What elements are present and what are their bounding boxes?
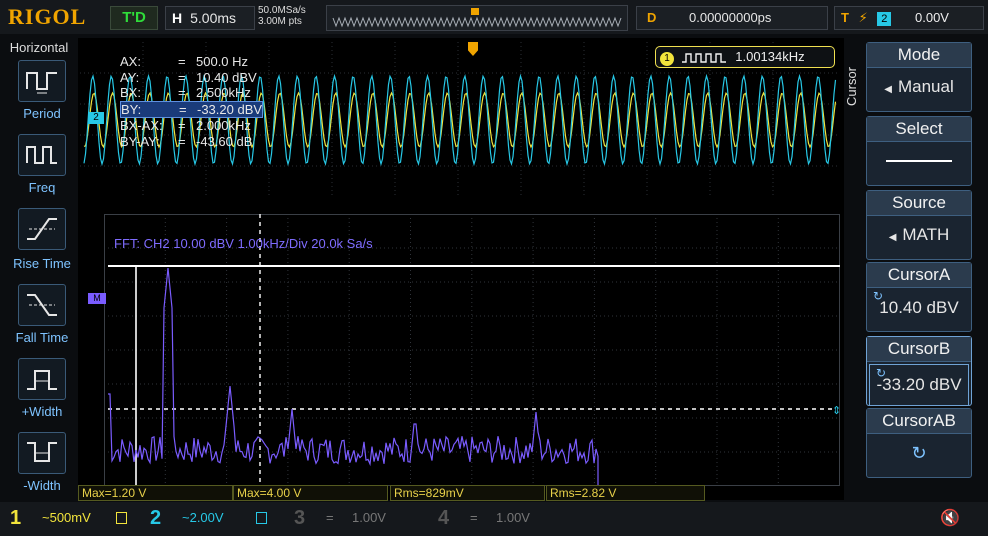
cursor-readout: AX: = 500.0 Hz AY: = 10.40 dBV BX: = 2.500kHz …	[120, 54, 264, 149]
memory-depth: 3.00M pts	[258, 16, 302, 27]
ch3-label[interactable]: 3	[294, 506, 305, 530]
left-arrow-icon: ◀	[888, 232, 897, 243]
positive-pulse-icon	[27, 370, 57, 390]
rotate-knob-icon: ↻	[876, 366, 887, 380]
trigger-level: 0.00V	[915, 10, 949, 25]
left-arrow-icon: ◀	[884, 84, 892, 95]
freq-icon	[26, 146, 57, 164]
trigger-source-badge: 2	[877, 12, 892, 26]
cursor-row-by: BY: = -33.20 dBV	[120, 100, 264, 118]
source-value: MATH	[902, 225, 950, 244]
delay-value: 0.00000000ps	[689, 10, 772, 25]
frequency-counter[interactable]: 1 1.00134kHz	[655, 46, 835, 68]
select-title: Select	[867, 117, 971, 142]
fall-time-button[interactable]	[18, 284, 66, 326]
cursor-b-marker-icon[interactable]: ⇕	[832, 404, 840, 417]
counter-channel-badge: 1	[660, 52, 674, 66]
source-title: Source	[867, 191, 971, 216]
mode-softkey[interactable]: Mode ◀ Manual	[866, 42, 972, 112]
cursora-softkey[interactable]: CursorA ↻ 10.40 dBV	[866, 262, 972, 332]
positive-width-button[interactable]	[18, 358, 66, 400]
fall-time-label: Fall Time	[15, 330, 69, 345]
cursorab-title: CursorAB	[867, 409, 971, 434]
rise-edge-icon	[27, 218, 57, 240]
ch3-scale[interactable]: 1.00V	[352, 506, 386, 530]
rotate-knob-icon: ↻	[911, 443, 927, 463]
acquisition-info: 50.0MSa/s 3.00M pts	[258, 5, 306, 27]
period-label: Period	[23, 106, 61, 121]
period-button[interactable]	[18, 60, 66, 102]
memory-overview	[332, 8, 622, 28]
rotate-knob-icon: ↻	[873, 289, 884, 303]
measurement-1: Max=1.20 V	[78, 485, 233, 501]
rise-time-button[interactable]	[18, 208, 66, 250]
ch4-label[interactable]: 4	[438, 506, 449, 530]
horizontal-line-icon	[886, 160, 952, 162]
counter-value: 1.00134kHz	[735, 49, 805, 64]
measurement-2: Max=4.00 V	[233, 485, 388, 501]
ch2-label[interactable]: 2	[150, 506, 161, 530]
ch1-label[interactable]: 1	[10, 506, 21, 530]
speaker-muted-icon[interactable]: 🔇	[940, 508, 960, 528]
ch2-offset-marker[interactable]: 2	[88, 112, 104, 124]
left-menu-title: Horizontal	[9, 40, 69, 55]
source-softkey[interactable]: Source ◀ MATH	[866, 190, 972, 260]
sample-rate: 50.0MSa/s	[258, 5, 306, 16]
fall-edge-icon	[27, 294, 57, 316]
brand-logo: RIGOL	[8, 4, 87, 29]
measurement-4: Rms=2.82 V	[546, 485, 705, 501]
cursorb-value: -33.20 dBV	[876, 375, 962, 394]
timebase-box[interactable]: H 5.00ms	[165, 6, 255, 30]
rise-time-label: Rise Time	[13, 256, 71, 271]
mode-title: Mode	[867, 43, 971, 68]
cursor-row-bx: BX: = 2.500kHz	[120, 85, 251, 100]
cursorb-softkey[interactable]: CursorB ↻ -33.20 dBV	[866, 336, 972, 406]
math-offset-marker[interactable]: M	[88, 293, 106, 304]
freq-label: Freq	[28, 180, 56, 195]
ch2-scale[interactable]: ~2.00V	[182, 506, 224, 530]
source-value-row: ◀ MATH	[867, 216, 971, 257]
period-icon	[26, 72, 57, 94]
d-key: D	[647, 10, 657, 25]
mode-value: Manual	[897, 77, 954, 96]
run-state-indicator[interactable]: T'D	[110, 6, 158, 30]
cursor-menu-label: Cursor	[844, 66, 859, 106]
trigger-position-icon	[471, 8, 479, 15]
mode-value-row: ◀ Manual	[867, 68, 971, 109]
fft-spectrum-display: ⇕	[104, 214, 840, 486]
square-wave-icon	[681, 52, 726, 63]
ch1-scale[interactable]: ~500mV	[42, 506, 91, 530]
t-key: T	[841, 10, 849, 25]
ch2-bw-limit-icon	[256, 512, 267, 524]
cursor-row-ay: AY: = 10.40 dBV	[120, 69, 257, 85]
ch4-scale[interactable]: 1.00V	[496, 506, 530, 530]
negative-width-label: -Width	[23, 478, 61, 493]
select-softkey[interactable]: Select	[866, 116, 972, 186]
negative-pulse-icon	[27, 442, 57, 462]
cursorb-value-row: ↻ -33.20 dBV	[869, 364, 969, 406]
channel-status-bar: 1 ~500mV 2 ~2.00V 3 = 1.00V 4 = 1.00V 🔇	[0, 502, 988, 536]
delay-box[interactable]: D 0.00000000ps	[636, 6, 828, 30]
negative-width-button[interactable]	[18, 432, 66, 474]
fft-settings-label: FFT: CH2 10.00 dBV 1.00kHz/Div 20.0k Sa/…	[114, 236, 373, 251]
freq-button[interactable]	[18, 134, 66, 176]
measurement-3: Rms=829mV	[390, 485, 545, 501]
ch4-coupling-icon: =	[470, 510, 478, 525]
memory-position-bar[interactable]	[326, 5, 628, 31]
cursorab-softkey[interactable]: CursorAB ↻	[866, 408, 972, 478]
ch1-bw-limit-icon	[116, 512, 127, 524]
trigger-edge-icon: ⚡	[858, 10, 868, 25]
cursora-value-row: ↻ 10.40 dBV	[867, 288, 971, 328]
timebase-value: 5.00ms	[190, 10, 237, 26]
h-key: H	[172, 10, 183, 26]
fft-trace	[108, 267, 599, 486]
cursor-row-bx-ax: BX-AX: = 2.000kHz	[120, 118, 251, 133]
trigger-box[interactable]: T ⚡ 2 0.00V	[834, 6, 984, 30]
cursor-row-ax: AX: = 500.0 Hz	[120, 54, 249, 69]
cursora-value: 10.40 dBV	[879, 298, 959, 317]
positive-width-label: +Width	[21, 404, 63, 419]
top-status-bar: RIGOL T'D H 5.00ms 50.0MSa/s 3.00M pts D …	[0, 0, 988, 34]
cursor-row-by-ay: BY-AY: = -43.60 dB	[120, 133, 253, 149]
ch3-coupling-icon: =	[326, 510, 334, 525]
